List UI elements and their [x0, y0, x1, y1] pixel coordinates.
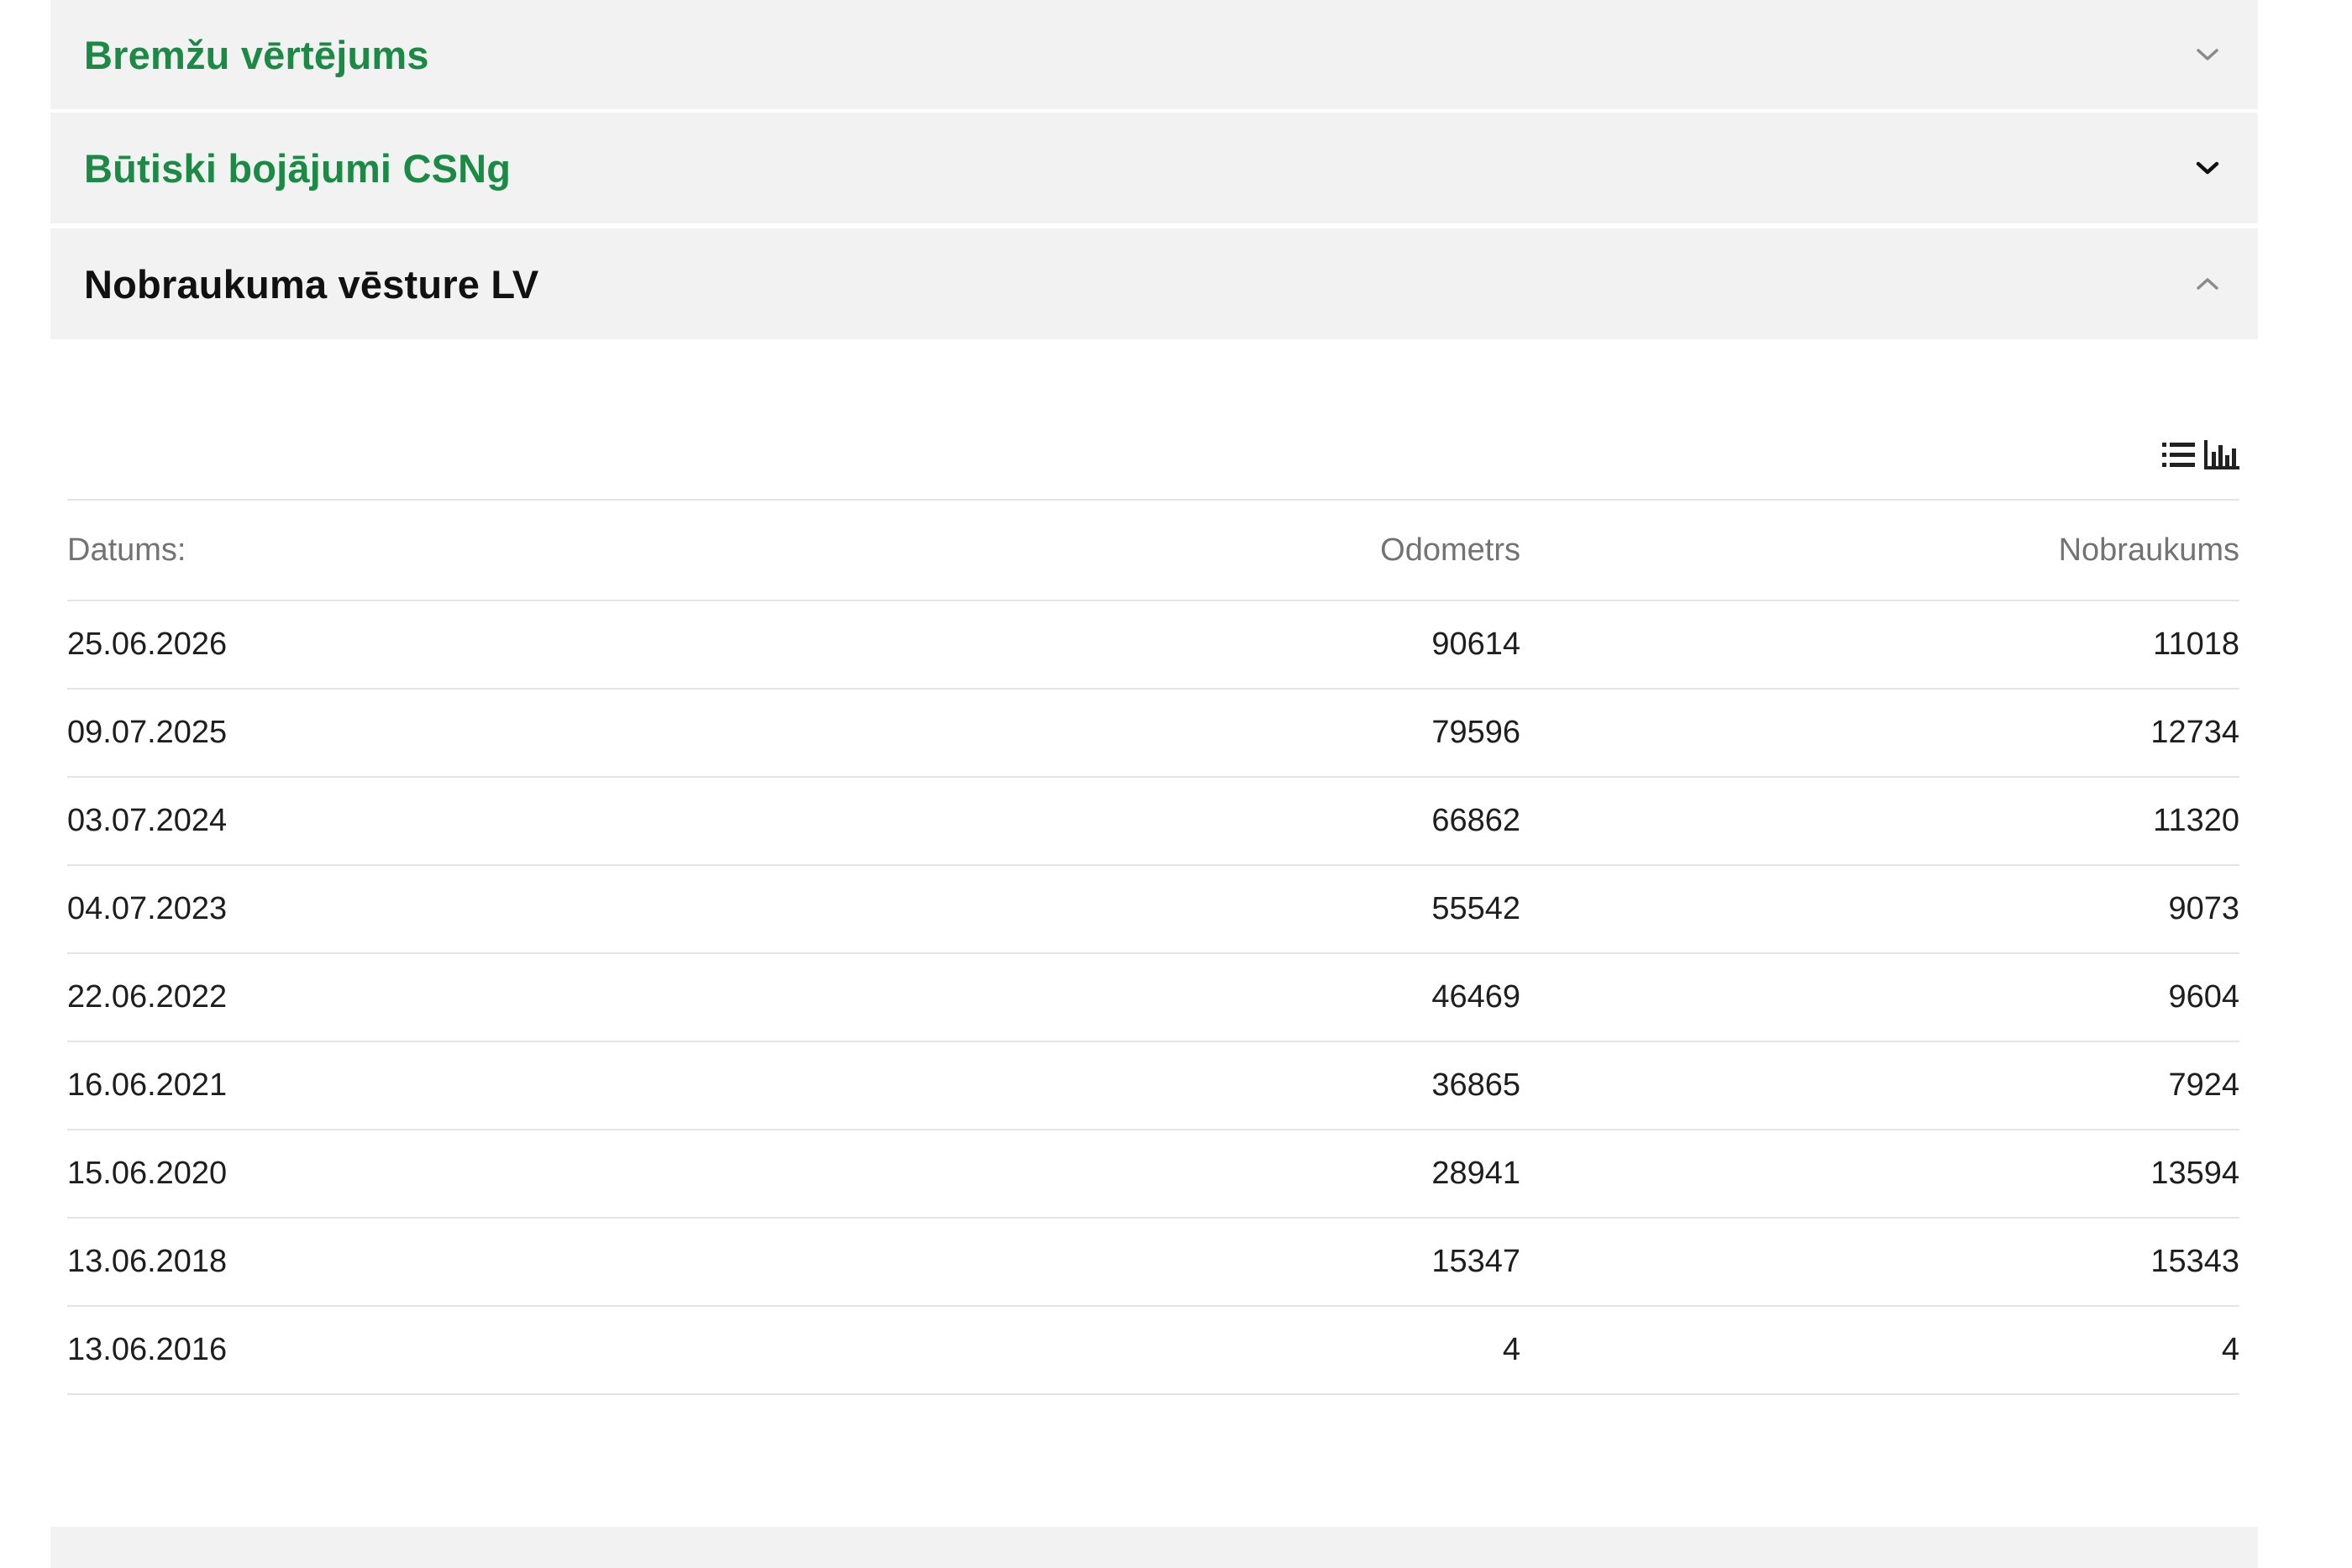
list-view-icon[interactable]	[2160, 438, 2197, 476]
accordion-csng-damage[interactable]: Būtiski bojājumi CSNg	[50, 113, 2258, 223]
chart-view-icon[interactable]	[2202, 438, 2241, 476]
cell-mileage: 11018	[1520, 600, 2239, 690]
cell-date: 25.06.2026	[67, 600, 949, 690]
cell-odometer: 55542	[949, 865, 1520, 954]
table-row: 25.06.2026 90614 11018	[67, 600, 2239, 690]
table-row: 15.06.2020 28941 13594	[67, 1130, 2239, 1219]
accordion-title-mileage-history: Nobraukuma vēsture LV	[84, 261, 539, 307]
cell-date: 15.06.2020	[67, 1130, 949, 1219]
table-header-row: Datums: Odometrs Nobraukums	[67, 500, 2239, 601]
cell-date: 03.07.2024	[67, 777, 949, 866]
accordion-title-csng-damage: Būtiski bojājumi CSNg	[84, 145, 512, 191]
table-row: 22.06.2022 46469 9604	[67, 953, 2239, 1042]
cell-date: 09.07.2025	[67, 689, 949, 778]
cell-mileage: 13594	[1520, 1130, 2239, 1219]
cell-odometer: 36865	[949, 1041, 1520, 1130]
table-row: 04.07.2023 55542 9073	[67, 865, 2239, 954]
cell-mileage: 15343	[1520, 1218, 2239, 1307]
table-row: 16.06.2021 36865 7924	[67, 1041, 2239, 1130]
cell-mileage: 9604	[1520, 953, 2239, 1042]
accordion-brake-rating[interactable]: Bremžu vērtējums	[50, 0, 2258, 109]
cell-date: 13.06.2016	[67, 1306, 949, 1395]
table-row: 03.07.2024 66862 11320	[67, 777, 2239, 866]
cell-date: 16.06.2021	[67, 1041, 949, 1130]
cell-date: 13.06.2018	[67, 1218, 949, 1307]
cell-odometer: 28941	[949, 1130, 1520, 1219]
cell-odometer: 79596	[949, 689, 1520, 778]
cell-odometer: 90614	[949, 600, 1520, 690]
cell-mileage: 7924	[1520, 1041, 2239, 1130]
cell-date: 04.07.2023	[67, 865, 949, 954]
chevron-up-icon[interactable]	[2191, 267, 2224, 301]
cell-odometer: 66862	[949, 777, 1520, 866]
cell-date: 22.06.2022	[67, 953, 949, 1042]
mileage-history-table: Datums: Odometrs Nobraukums 25.06.2026 9…	[67, 499, 2239, 1395]
table-row: 09.07.2025 79596 12734	[67, 689, 2239, 778]
table-row: 13.06.2016 4 4	[67, 1306, 2239, 1395]
column-header-date: Datums:	[67, 500, 949, 601]
chevron-down-icon[interactable]	[2191, 151, 2224, 185]
cell-mileage: 9073	[1520, 865, 2239, 954]
cell-mileage: 11320	[1520, 777, 2239, 866]
cell-mileage: 12734	[1520, 689, 2239, 778]
cell-odometer: 4	[949, 1306, 1520, 1395]
cell-mileage: 4	[1520, 1306, 2239, 1395]
column-header-odometer: Odometrs	[949, 500, 1520, 601]
table-row: 13.06.2018 15347 15343	[67, 1218, 2239, 1307]
column-header-mileage: Nobraukums	[1520, 500, 2239, 601]
chevron-down-icon[interactable]	[2191, 38, 2224, 71]
view-toggle-group	[2160, 438, 2241, 476]
accordion-next-section[interactable]	[50, 1527, 2258, 1568]
accordion-mileage-history[interactable]: Nobraukuma vēsture LV	[50, 228, 2258, 339]
accordion-title-brake-rating: Bremžu vērtējums	[84, 32, 429, 77]
cell-odometer: 15347	[949, 1218, 1520, 1307]
cell-odometer: 46469	[949, 953, 1520, 1042]
